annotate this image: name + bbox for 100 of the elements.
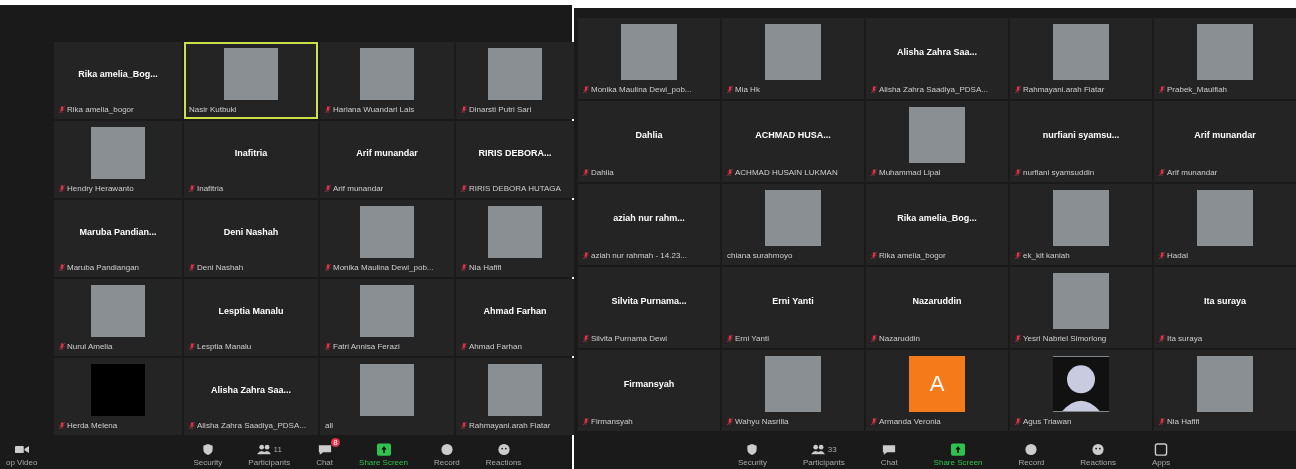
participant-label: Mia Hk xyxy=(735,84,760,94)
participant-label: Nazaruddin xyxy=(879,333,920,343)
people-icon xyxy=(256,443,271,456)
participant-name: ACHMAD HUSA... xyxy=(755,129,831,140)
participant-label: Muhammad Lipal xyxy=(879,167,941,177)
video-placeholder xyxy=(91,363,145,416)
participant-label: Lesptia Manalu xyxy=(197,341,252,351)
photo-placeholder xyxy=(360,47,414,100)
chat-bubble-icon xyxy=(317,443,332,456)
photo-placeholder xyxy=(1053,272,1109,329)
participant-label: Herda Melena xyxy=(67,420,118,430)
share-button[interactable]: Share Screen xyxy=(355,441,412,469)
participant-name: Firmansyah xyxy=(623,378,675,389)
camera-icon xyxy=(14,443,29,456)
participant-name: Nazaruddin xyxy=(912,295,962,306)
photo-placeholder xyxy=(1197,355,1253,412)
apps-button[interactable]: Apps xyxy=(1147,441,1175,469)
photo-placeholder xyxy=(1197,23,1253,80)
participant-name: aziah nur rahm... xyxy=(613,212,685,223)
participant-label: Arif munandar xyxy=(1167,167,1218,177)
participant-label: nurfiani syamsuddin xyxy=(1023,167,1095,177)
photo-placeholder xyxy=(224,47,278,100)
photo-placeholder xyxy=(91,126,145,179)
participant-count: 11 xyxy=(273,445,282,454)
shield-icon xyxy=(745,443,760,456)
record-button[interactable]: Record xyxy=(429,441,464,469)
participant-label: Maruba Pandiangan xyxy=(67,262,140,272)
photo-placeholder xyxy=(360,363,414,416)
participant-label: Fatri Annisa Ferazi xyxy=(333,341,400,351)
participant-name: Erni Yanti xyxy=(772,295,814,306)
participant-label: Ita suraya xyxy=(1167,333,1203,343)
shield-icon xyxy=(200,443,215,456)
participant-label: Rika amelia_bogor xyxy=(67,104,134,114)
participant-label: Deni Nashah xyxy=(197,262,244,272)
unread-badge: 8 xyxy=(331,438,340,447)
share-screen-icon xyxy=(951,443,966,456)
participant-label: Dahlia xyxy=(591,167,614,177)
participants-button[interactable]: 33 Participants xyxy=(798,441,849,469)
smiley-icon xyxy=(496,443,511,456)
participant-label: Ahmad Farhan xyxy=(469,341,522,351)
participant-label: Rika amelia_bogor xyxy=(879,250,946,260)
participant-name: Rika amelia_Bog... xyxy=(78,68,158,79)
participant-name: Lesptia Manalu xyxy=(218,305,284,316)
photo-placeholder xyxy=(765,23,821,80)
participant-label: RIRIS DEBORA HUTAGA xyxy=(469,183,561,193)
participant-label: Nurul Amelia xyxy=(67,341,113,351)
reactions-button[interactable]: Reactions xyxy=(481,441,526,469)
chat-bubble-icon xyxy=(882,443,897,456)
reactions-button[interactable]: Reactions xyxy=(1076,441,1120,469)
participant-label: Alisha Zahra Saadiya_PDSA... xyxy=(879,84,988,94)
share-button[interactable]: Share Screen xyxy=(929,441,987,469)
participant-name: Dahlia xyxy=(635,129,663,140)
participant-label: Nia Hafifi xyxy=(1167,416,1200,426)
participant-label: aziah nur rahmah - 14.23... xyxy=(591,250,688,260)
security-button[interactable]: Security xyxy=(734,441,771,469)
participants-button[interactable]: 11 Participants xyxy=(244,441,295,469)
photo-placeholder xyxy=(91,284,145,337)
record-icon xyxy=(1024,443,1039,456)
cartoon-avatar-drawing xyxy=(1053,355,1109,412)
participant-label: Yesri Nabriel Simorlong xyxy=(1023,333,1107,343)
participant-label: Rahmayani.arah Fiatar xyxy=(469,420,551,430)
participant-label: chiana surahmoyo xyxy=(727,250,793,260)
participant-name: Ita suraya xyxy=(1204,295,1246,306)
participant-count: 33 xyxy=(827,445,837,454)
photo-placeholder xyxy=(1197,189,1253,246)
participant-label: Hariana Wuandari Lais xyxy=(333,104,415,114)
participant-label: Hendry Herawanto xyxy=(67,183,134,193)
participant-label: Erni Yanti xyxy=(735,333,769,343)
security-button[interactable]: Security xyxy=(189,441,227,469)
participant-label: Silvita Purnama Dewi xyxy=(591,333,668,343)
chat-button[interactable]: 8 Chat xyxy=(312,441,338,469)
photo-placeholder xyxy=(488,205,542,258)
participant-label: Prabek_Maulfiah xyxy=(1167,84,1228,94)
participant-name: Ahmad Farhan xyxy=(483,305,547,316)
participant-name: Arif munandar xyxy=(1194,129,1256,140)
participant-label: Agus Triawan xyxy=(1023,416,1072,426)
video-button[interactable]: op Video xyxy=(2,441,42,469)
participant-label: Wahyu Nasrilla xyxy=(735,416,789,426)
participant-name: Arif munandar xyxy=(356,147,418,158)
participant-name: Alisha Zahra Saa... xyxy=(896,46,977,57)
chat-button[interactable]: Chat xyxy=(876,441,902,469)
record-icon xyxy=(439,443,454,456)
participant-label: Dinarsti Putri Sari xyxy=(469,104,532,114)
photo-placeholder xyxy=(765,355,821,412)
participant-label: Monika Maulina Dewi_pob... xyxy=(591,84,692,94)
participant-label: Alisha Zahra Saadiya_PDSA... xyxy=(197,420,306,430)
participant-label: ek_kit kaniah xyxy=(1023,250,1070,260)
participant-name: Inafitria xyxy=(234,147,268,158)
photo-placeholder xyxy=(488,47,542,100)
photo-placeholder xyxy=(488,363,542,416)
participant-label: ACHMAD HUSAIN LUKMAN xyxy=(735,167,838,177)
people-icon xyxy=(810,443,825,456)
participant-label: Rahmayani.arah Fiatar xyxy=(1023,84,1105,94)
share-screen-icon xyxy=(376,443,391,456)
participant-label: Firmansyah xyxy=(591,416,633,426)
smiley-icon xyxy=(1091,443,1106,456)
photo-placeholder xyxy=(360,284,414,337)
participant-label: Monika Maulina Dewi_pob... xyxy=(333,262,434,272)
record-button[interactable]: Record xyxy=(1014,441,1049,469)
photo-placeholder xyxy=(765,189,821,246)
